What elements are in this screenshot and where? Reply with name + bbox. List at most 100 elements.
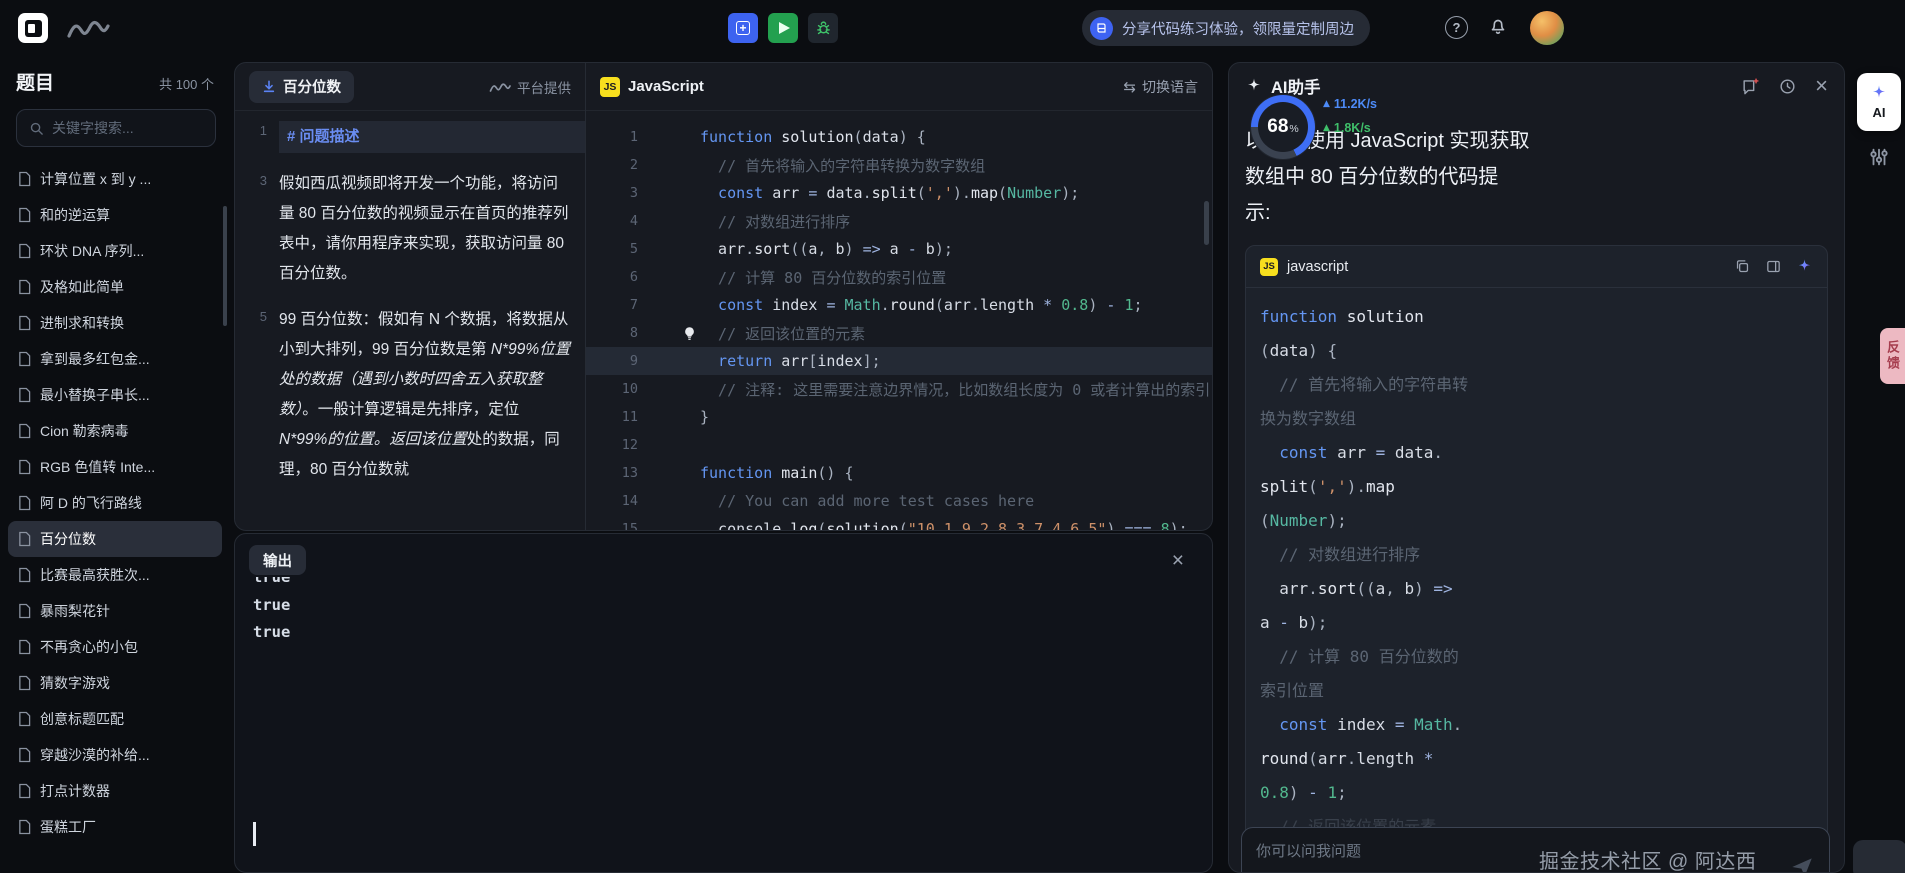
code-line-active[interactable]: 9 return arr[index]; xyxy=(586,347,1212,375)
download-icon xyxy=(262,79,276,94)
console-output[interactable]: truetruetrue xyxy=(235,577,1212,665)
up-arrow-icon: ▲ xyxy=(1323,99,1330,109)
sidebar-item[interactable]: 比赛最高获胜次... xyxy=(8,557,222,593)
file-icon xyxy=(18,423,31,439)
new-chat-button[interactable] xyxy=(1741,77,1760,96)
code-line[interactable]: 11} xyxy=(586,403,1212,431)
code-line[interactable]: 14 // You can add more test cases here xyxy=(586,487,1212,515)
insert-code-button[interactable] xyxy=(1765,258,1782,275)
quick-fix-lightbulb-icon[interactable] xyxy=(682,326,698,341)
code-line[interactable]: 7 const index = Math.round(arr.length * … xyxy=(586,291,1212,319)
code-text: // 首先将输入的字符串转换为数字数组 xyxy=(638,155,985,176)
marscode-logo-icon[interactable] xyxy=(66,15,110,41)
sidebar-item[interactable]: Cion 勒索病毒 xyxy=(8,413,222,449)
sidebar-item[interactable]: 蛋糕工厂 xyxy=(8,809,222,845)
output-line: true xyxy=(253,619,1212,647)
file-icon xyxy=(18,819,31,835)
problem-description[interactable]: 1# 问题描述3假如西瓜视频即将开发一个功能，将访问量 80 百分位数的视频显示… xyxy=(235,111,585,530)
feedback-tab[interactable]: 反馈 xyxy=(1880,328,1905,384)
debug-button[interactable] xyxy=(808,13,838,43)
ai-toggle-button[interactable]: AI xyxy=(1857,73,1901,131)
run-button[interactable] xyxy=(768,13,798,43)
corner-widget[interactable] xyxy=(1853,840,1905,873)
sidebar-item[interactable]: 暴雨梨花针 xyxy=(8,593,222,629)
code-line[interactable]: 15 console.log(solution("10,1,9,2,8,3,7,… xyxy=(586,515,1212,530)
code-editor[interactable]: 1function solution(data) {2 // 首先将输入的字符串… xyxy=(586,111,1212,530)
ai-code[interactable]: function solution(data) { // 首先将输入的字符串转换… xyxy=(1246,288,1827,864)
provider-label: 平台提供 xyxy=(489,77,571,97)
copy-code-button[interactable] xyxy=(1734,258,1751,275)
promo-banner[interactable]: 分享代码练习体验，领限量定制周边 xyxy=(1082,10,1370,46)
line-number: 1 xyxy=(586,129,638,145)
problem-sidebar: 题目 共 100 个 关键字搜索... 计算位置 x 到 y ...和的逆运算环… xyxy=(0,56,230,873)
sidebar-title: 题目 xyxy=(16,68,54,95)
sidebar-item-selected[interactable]: 百分位数 xyxy=(8,521,222,557)
code-text: // 注释: 这里需要注意边界情况，比如数组长度为 0 或者计算出的索引 xyxy=(638,379,1210,400)
play-icon xyxy=(779,22,790,34)
problem-name: 计算位置 x 到 y ... xyxy=(40,169,151,189)
code-line[interactable]: 2 // 首先将输入的字符串转换为数字数组 xyxy=(586,151,1212,179)
sidebar-item[interactable]: 最小替换子串长... xyxy=(8,377,222,413)
sidebar-item[interactable]: 和的逆运算 xyxy=(8,197,222,233)
sidebar-item[interactable]: 不再贪心的小包 xyxy=(8,629,222,665)
download-speed-indicator: ▲ 1.8K/s xyxy=(1323,121,1371,135)
sidebar-item[interactable]: 猜数字游戏 xyxy=(8,665,222,701)
sidebar-item[interactable]: 进制求和转换 xyxy=(8,305,222,341)
sidebar-scrollbar[interactable] xyxy=(223,206,227,326)
sidebar-item[interactable]: 打点计数器 xyxy=(8,773,222,809)
insert-button[interactable] xyxy=(728,13,758,43)
sidebar-item[interactable]: RGB 色值转 Inte... xyxy=(8,449,222,485)
line-number: 11 xyxy=(586,409,638,425)
problem-name: 环状 DNA 序列... xyxy=(40,241,144,261)
code-line[interactable]: 5 arr.sort((a, b) => a - b); xyxy=(586,235,1212,263)
code-text: // 计算 80 百分位数的索引位置 xyxy=(638,267,946,288)
problem-title-pill[interactable]: 百分位数 xyxy=(249,71,354,103)
problem-name: 蛋糕工厂 xyxy=(40,817,96,837)
file-icon xyxy=(18,387,31,403)
ai-code-line: round(arr.length * xyxy=(1260,742,1813,776)
magic-sparkle-icon[interactable] xyxy=(1796,258,1813,275)
line-number: 3 xyxy=(235,169,279,289)
tune-sliders-icon[interactable] xyxy=(1864,142,1894,172)
app-logo-icon[interactable] xyxy=(18,13,48,43)
code-line[interactable]: 12 xyxy=(586,431,1212,459)
ai-code-line: (Number); xyxy=(1260,504,1813,538)
help-icon[interactable]: ? xyxy=(1445,16,1468,39)
problem-name: 进制求和转换 xyxy=(40,313,124,333)
code-line[interactable]: 1function solution(data) { xyxy=(586,123,1212,151)
line-number: 4 xyxy=(586,213,638,229)
ai-code-line: // 首先将输入的字符串转 xyxy=(1260,368,1813,402)
code-line[interactable]: 3 const arr = data.split(',').map(Number… xyxy=(586,179,1212,207)
user-avatar[interactable] xyxy=(1530,11,1564,45)
code-line[interactable]: 6 // 计算 80 百分位数的索引位置 xyxy=(586,263,1212,291)
sidebar-item[interactable]: 阿 D 的飞行路线 xyxy=(8,485,222,521)
code-line[interactable]: 8 // 返回该位置的元素 xyxy=(586,319,1212,347)
code-text: // 对数组进行排序 xyxy=(638,211,850,232)
problem-name: 百分位数 xyxy=(40,529,96,549)
switch-language-button[interactable]: ⇆ 切换语言 xyxy=(1123,77,1198,97)
editor-scrollbar[interactable] xyxy=(1204,201,1209,245)
sidebar-item[interactable]: 及格如此简单 xyxy=(8,269,222,305)
problem-name: 穿越沙漠的补给... xyxy=(40,745,150,765)
ai-code-line: split(',').map xyxy=(1260,470,1813,504)
close-ai-panel-icon[interactable]: × xyxy=(1815,75,1828,97)
close-output-icon[interactable]: × xyxy=(1172,550,1184,571)
sidebar-item[interactable]: 穿越沙漠的补给... xyxy=(8,737,222,773)
line-number: 1 xyxy=(235,119,279,153)
code-line[interactable]: 4 // 对数组进行排序 xyxy=(586,207,1212,235)
send-icon[interactable] xyxy=(1789,854,1815,873)
search-input[interactable]: 关键字搜索... xyxy=(16,109,216,147)
description-row xyxy=(235,289,585,305)
line-number: 6 xyxy=(586,269,638,285)
code-line[interactable]: 13function main() { xyxy=(586,459,1212,487)
problem-name: 阿 D 的飞行路线 xyxy=(40,493,142,513)
line-number: 7 xyxy=(586,297,638,313)
notification-bell-icon[interactable] xyxy=(1487,15,1509,37)
code-line[interactable]: 10 // 注释: 这里需要注意边界情况，比如数组长度为 0 或者计算出的索引 xyxy=(586,375,1212,403)
sidebar-item[interactable]: 创意标题匹配 xyxy=(8,701,222,737)
sidebar-item[interactable]: 环状 DNA 序列... xyxy=(8,233,222,269)
sidebar-item[interactable]: 拿到最多红包金... xyxy=(8,341,222,377)
sidebar-item[interactable]: 计算位置 x 到 y ... xyxy=(8,161,222,197)
file-icon xyxy=(18,243,31,259)
history-button[interactable] xyxy=(1778,77,1797,96)
